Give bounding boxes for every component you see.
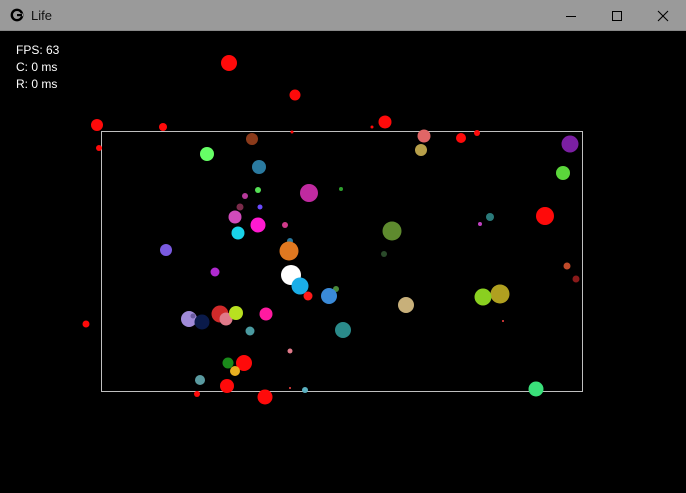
particle [490, 284, 510, 304]
particle [291, 277, 309, 295]
maximize-button[interactable] [594, 0, 640, 31]
close-icon [657, 10, 669, 21]
particle [194, 391, 200, 397]
particle [159, 123, 167, 131]
particle [257, 204, 263, 210]
particle [257, 389, 273, 405]
particle [210, 267, 220, 277]
particle [502, 320, 504, 322]
compute-time-readout: C: 0 ms [16, 60, 58, 74]
particle [259, 307, 273, 321]
particle [230, 366, 240, 376]
particle [190, 313, 196, 319]
particle [321, 288, 337, 304]
particle [242, 193, 248, 199]
particle [478, 222, 482, 226]
window-title: Life [31, 8, 52, 23]
particle [381, 251, 387, 257]
particle [474, 288, 492, 306]
particle [222, 357, 234, 369]
particle [200, 147, 214, 161]
particle [563, 262, 571, 270]
particle [302, 387, 308, 393]
simulation-canvas[interactable] [1, 31, 685, 492]
render-time-readout: R: 0 ms [16, 77, 58, 91]
particle [335, 322, 351, 338]
particle [382, 221, 402, 241]
particle [528, 381, 544, 397]
particle [236, 203, 244, 211]
minimize-icon [566, 15, 576, 17]
particle [220, 379, 234, 393]
particle [194, 314, 210, 330]
performance-stats: FPS: 63 C: 0 ms R: 0 ms [16, 42, 59, 93]
particle [279, 241, 299, 261]
close-button[interactable] [640, 0, 686, 31]
particle [474, 130, 480, 136]
particle [195, 375, 205, 385]
particle [250, 217, 266, 233]
minimize-button[interactable] [548, 0, 594, 31]
particle [398, 297, 414, 313]
particle [160, 244, 172, 256]
app-logo-icon [10, 8, 24, 22]
particle [486, 213, 494, 221]
fps-readout: FPS: 63 [16, 43, 60, 57]
particle [370, 125, 374, 129]
particle [417, 129, 431, 143]
particle [287, 348, 293, 354]
particle [245, 326, 255, 336]
particle [303, 291, 313, 301]
particle [91, 119, 103, 131]
particle [228, 210, 242, 224]
particle [561, 135, 579, 153]
particle [255, 187, 261, 193]
particle [339, 187, 343, 191]
particle [289, 89, 301, 101]
particle [456, 133, 466, 143]
simulation-bounds [101, 131, 583, 392]
particle [556, 166, 570, 180]
maximize-icon [612, 10, 622, 21]
particle [300, 184, 318, 202]
particle [378, 115, 392, 129]
particle [181, 311, 197, 327]
particle [82, 320, 90, 328]
particle [221, 55, 237, 71]
title-bar[interactable]: Life [0, 0, 686, 31]
particle [289, 387, 291, 389]
particle [96, 145, 102, 151]
particle [290, 130, 294, 134]
particle [536, 207, 554, 225]
particle [231, 226, 245, 240]
particle [572, 275, 580, 283]
particle-scene [82, 55, 583, 405]
particle [229, 306, 243, 320]
app-window: Life FPS: 63 C: 0 ms R: 0 ms [0, 0, 686, 493]
particle [246, 133, 258, 145]
particle [282, 222, 288, 228]
particle [415, 144, 427, 156]
particle [252, 160, 266, 174]
